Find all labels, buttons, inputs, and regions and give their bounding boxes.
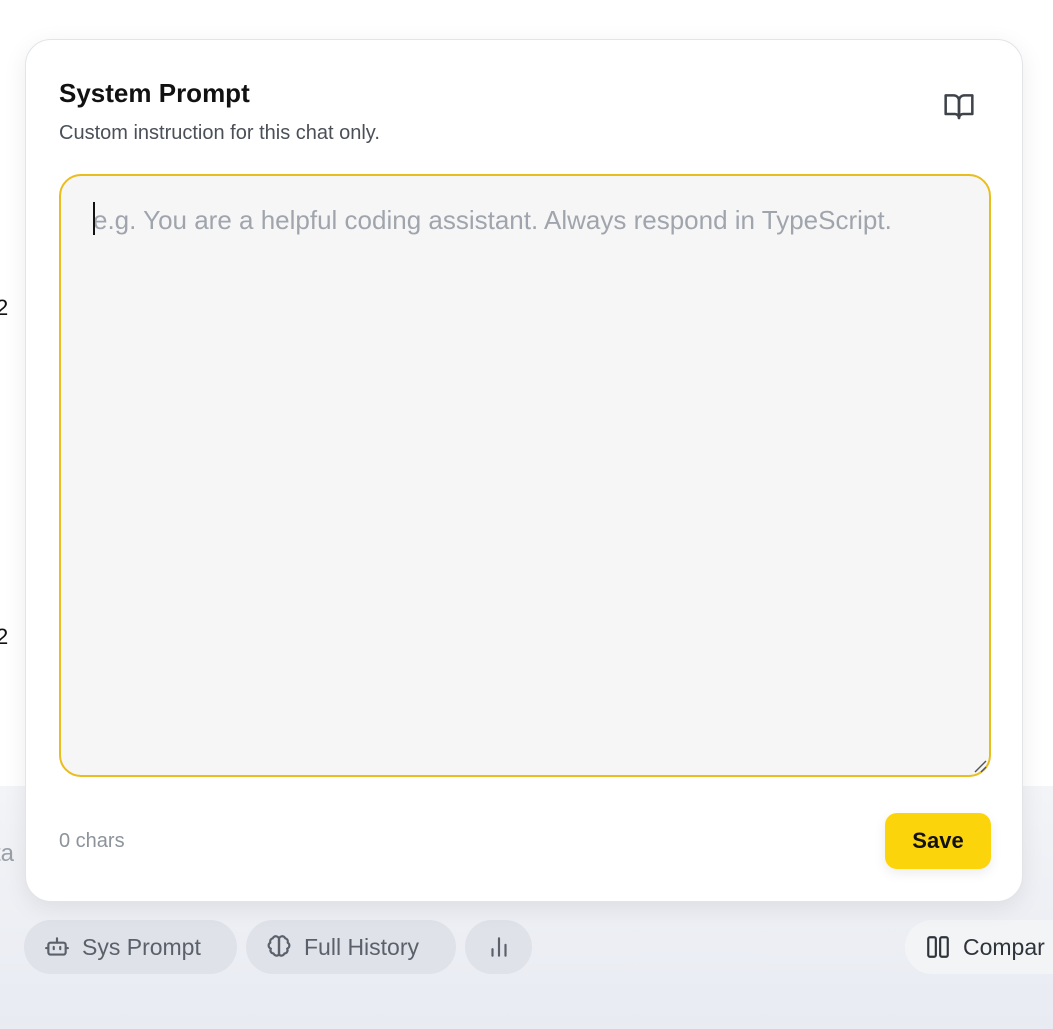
bot-icon bbox=[45, 937, 69, 956]
bar-chart-icon bbox=[490, 937, 507, 957]
char-count: 0 chars bbox=[59, 830, 125, 852]
system-prompt-modal: System Prompt Custom instruction for thi… bbox=[25, 39, 1023, 902]
columns-icon bbox=[927, 936, 949, 958]
resize-handle-icon[interactable] bbox=[971, 757, 987, 773]
compare-label: Compar bbox=[963, 933, 1045, 960]
background-input-fragment: ta bbox=[0, 840, 15, 867]
full-history-label: Full History bbox=[304, 933, 420, 960]
system-prompt-textarea[interactable]: e.g. You are a helpful coding assistant.… bbox=[59, 174, 991, 777]
textarea-placeholder: e.g. You are a helpful coding assistant.… bbox=[93, 205, 892, 235]
sys-prompt-label: Sys Prompt bbox=[82, 933, 201, 960]
stats-button[interactable] bbox=[465, 920, 532, 974]
compare-button[interactable]: Compar bbox=[905, 920, 1053, 974]
modal-subtitle: Custom instruction for this chat only. bbox=[59, 122, 380, 144]
book-open-icon[interactable] bbox=[943, 90, 975, 122]
sys-prompt-button[interactable]: Sys Prompt bbox=[24, 920, 237, 974]
brain-icon bbox=[267, 935, 291, 957]
text-caret bbox=[93, 202, 95, 235]
background-text-fragment: 2 bbox=[0, 624, 9, 649]
save-button[interactable]: Save bbox=[885, 813, 991, 869]
modal-title: System Prompt bbox=[59, 78, 250, 108]
background-text-fragment: 2 bbox=[0, 295, 9, 320]
full-history-button[interactable]: Full History bbox=[246, 920, 456, 974]
